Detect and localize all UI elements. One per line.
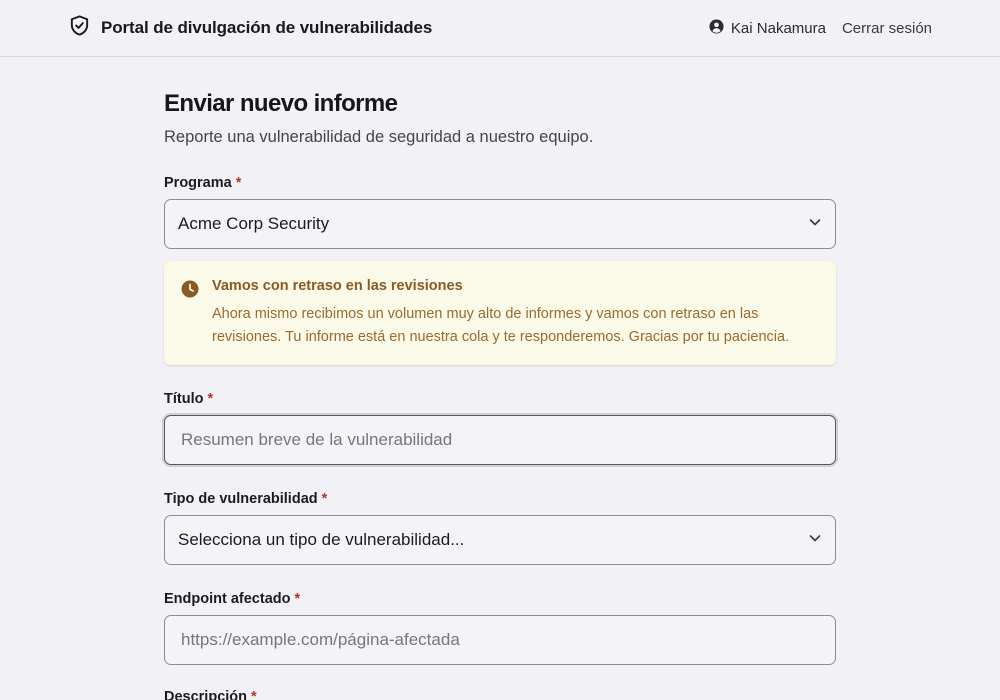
chevron-down-icon bbox=[808, 530, 822, 550]
endpoint-input-placeholder: https://example.com/página-afectada bbox=[181, 630, 460, 649]
title-input-placeholder: Resumen breve de la vulnerabilidad bbox=[181, 430, 453, 449]
title-input[interactable]: Resumen breve de la vulnerabilidad bbox=[164, 415, 836, 465]
page-title: Enviar nuevo informe bbox=[164, 90, 398, 117]
endpoint-input[interactable]: https://example.com/página-afectada bbox=[164, 615, 836, 665]
required-mark: * bbox=[321, 491, 328, 507]
page-subtitle: Reporte una vulnerabilidad de seguridad … bbox=[164, 128, 594, 146]
user-name: Kai Nakamura bbox=[730, 19, 826, 37]
shield-check-icon bbox=[68, 14, 91, 42]
brand: Portal de divulgación de vulnerabilidade… bbox=[68, 14, 433, 42]
clock-icon bbox=[181, 280, 199, 298]
required-mark: * bbox=[294, 591, 301, 607]
description-label: Descripción * bbox=[164, 688, 257, 700]
endpoint-label: Endpoint afectado * bbox=[164, 591, 301, 607]
program-select-value: Acme Corp Security bbox=[178, 214, 330, 233]
title-label: Título * bbox=[164, 391, 214, 407]
user-menu[interactable]: Kai Nakamura bbox=[709, 18, 826, 38]
required-mark: * bbox=[235, 175, 242, 191]
notice-body: Ahora mismo recibimos un volumen muy alt… bbox=[212, 306, 790, 345]
vuln-type-select-value: Selecciona un tipo de vulnerabilidad... bbox=[178, 530, 465, 549]
user-circle-icon bbox=[709, 18, 724, 38]
top-bar: Portal de divulgación de vulnerabilidade… bbox=[0, 0, 1000, 57]
chevron-down-icon bbox=[808, 214, 822, 234]
portal-title: Portal de divulgación de vulnerabilidade… bbox=[101, 18, 433, 37]
report-form-page: Enviar nuevo informe Reporte una vulnera… bbox=[164, 88, 836, 700]
program-label: Programa * bbox=[164, 175, 242, 191]
review-delay-notice: Vamos con retraso en las revisiones Ahor… bbox=[164, 261, 836, 365]
notice-title: Vamos con retraso en las revisiones bbox=[212, 278, 463, 294]
vuln-type-label: Tipo de vulnerabilidad * bbox=[164, 491, 328, 507]
required-mark: * bbox=[251, 689, 257, 700]
user-area: Kai Nakamura Cerrar sesión bbox=[709, 17, 932, 39]
program-select[interactable]: Acme Corp Security bbox=[164, 199, 836, 249]
logout-link[interactable]: Cerrar sesión bbox=[842, 20, 932, 37]
vuln-type-select[interactable]: Selecciona un tipo de vulnerabilidad... bbox=[164, 515, 836, 565]
required-mark: * bbox=[207, 391, 214, 407]
